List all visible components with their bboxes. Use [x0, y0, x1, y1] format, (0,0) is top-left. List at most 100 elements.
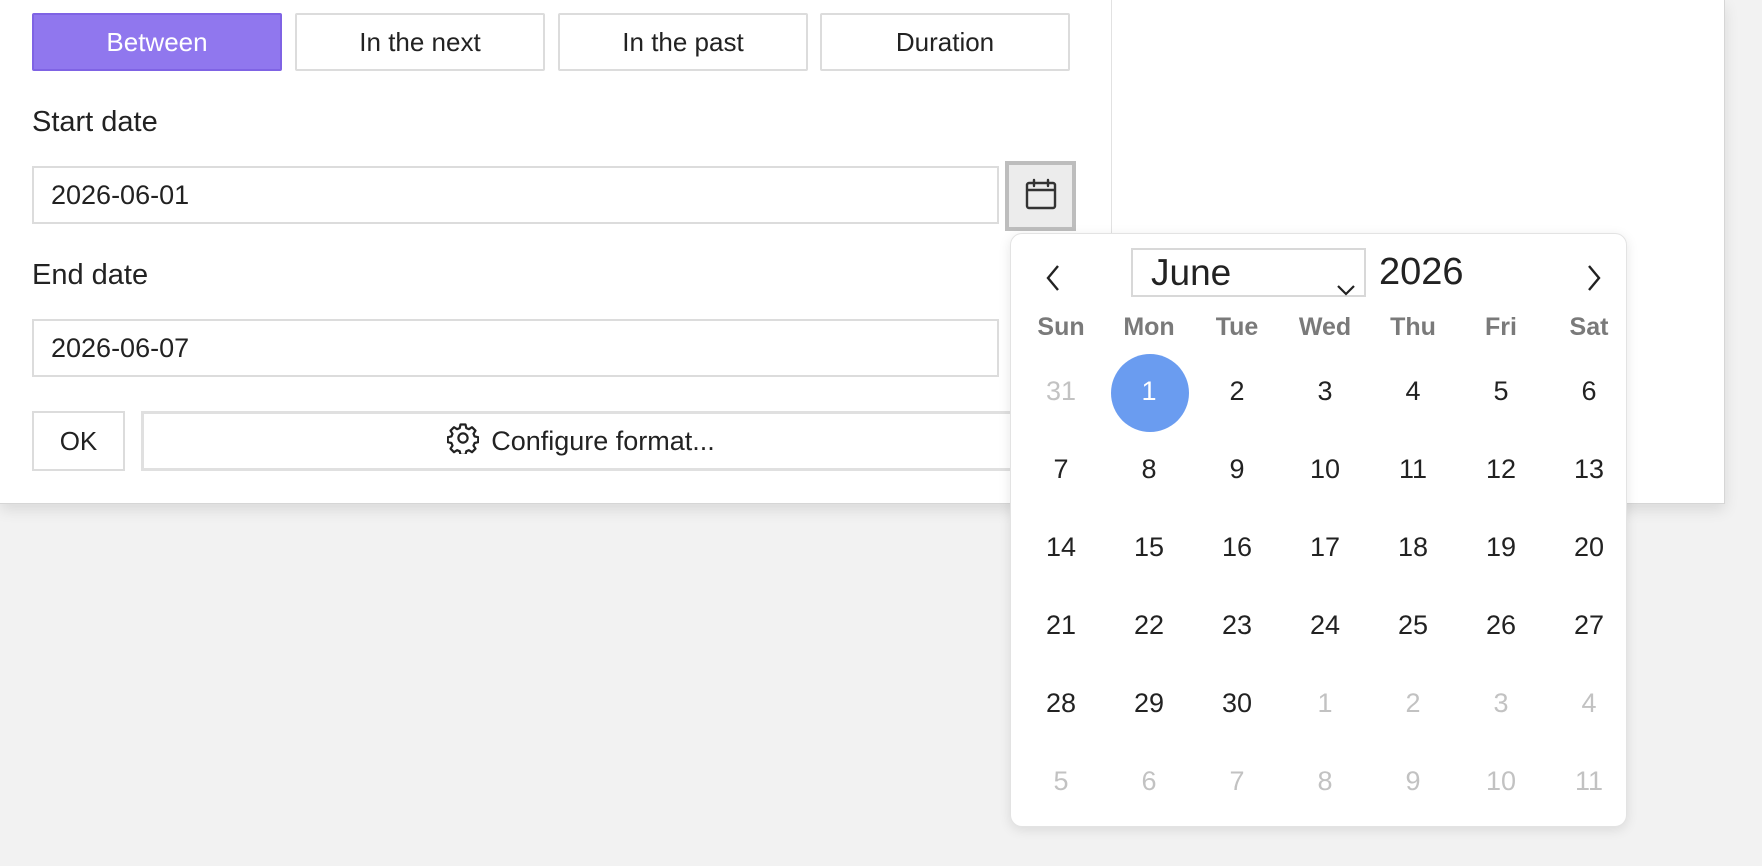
- tab-duration[interactable]: Duration: [820, 13, 1070, 71]
- calendar-day[interactable]: 23: [1193, 586, 1281, 664]
- calendar-day[interactable]: 19: [1457, 508, 1545, 586]
- calendar-day[interactable]: 2: [1193, 352, 1281, 430]
- calendar-day[interactable]: 5: [1017, 742, 1105, 820]
- start-date-label: Start date: [32, 106, 158, 138]
- calendar-icon: [1025, 178, 1057, 215]
- weekday-label: Fri: [1485, 313, 1517, 341]
- calendar-day[interactable]: 14: [1017, 508, 1105, 586]
- calendar-day[interactable]: 31: [1017, 352, 1105, 430]
- calendar-day[interactable]: 24: [1281, 586, 1369, 664]
- calendar-day-number: 8: [1141, 453, 1157, 484]
- calendar-day[interactable]: 25: [1369, 586, 1457, 664]
- calendar-day-number: 10: [1485, 765, 1517, 796]
- tab-in-the-next[interactable]: In the next: [295, 13, 545, 71]
- weekday-label: Mon: [1123, 313, 1175, 341]
- calendar-day-number: 26: [1485, 609, 1517, 640]
- calendar-day[interactable]: 26: [1457, 586, 1545, 664]
- prev-month-button[interactable]: [1033, 256, 1073, 304]
- calendar-day-number: 21: [1045, 609, 1077, 640]
- calendar-day-number: 15: [1133, 531, 1165, 562]
- calendar-day[interactable]: 7: [1017, 430, 1105, 508]
- calendar-day-number: 13: [1573, 453, 1605, 484]
- next-month-button[interactable]: [1574, 256, 1614, 304]
- calendar-week-row: 7 8 9 10 11 12 13: [1017, 430, 1633, 508]
- calendar-day-number: 11: [1398, 453, 1428, 484]
- tab-between[interactable]: Between: [32, 13, 282, 71]
- datepicker-popup: June 2026 Sun Mon Tue Wed Thu Fri Sat 31 1 2 3 4 5 6…: [1010, 233, 1627, 827]
- calendar-day[interactable]: 13: [1545, 430, 1633, 508]
- calendar-day-number: 30: [1221, 687, 1253, 718]
- calendar-day[interactable]: 28: [1017, 664, 1105, 742]
- calendar-day-number: 24: [1309, 609, 1341, 640]
- calendar-toggle-button[interactable]: [1005, 161, 1076, 231]
- calendar-day[interactable]: 29: [1105, 664, 1193, 742]
- month-value: June: [1151, 251, 1232, 293]
- calendar-day[interactable]: 17: [1281, 508, 1369, 586]
- calendar-day[interactable]: 10: [1457, 742, 1545, 820]
- calendar-day-number: 16: [1221, 531, 1253, 562]
- calendar-day-number: 5: [1053, 765, 1069, 796]
- calendar-day-number: 3: [1493, 687, 1509, 718]
- calendar-day-number: 2: [1405, 687, 1421, 718]
- calendar-day[interactable]: 6: [1105, 742, 1193, 820]
- calendar-day-number: 2: [1229, 375, 1245, 406]
- calendar-day-number: 8: [1317, 765, 1333, 796]
- chevron-right-icon: [1585, 264, 1603, 297]
- calendar-day[interactable]: 27: [1545, 586, 1633, 664]
- calendar-day-number: 5: [1493, 375, 1509, 406]
- weekday-label: Sat: [1569, 313, 1609, 341]
- calendar-day-number: 25: [1397, 609, 1429, 640]
- calendar-day-selected[interactable]: 1: [1105, 352, 1193, 432]
- weekday-label: Thu: [1390, 313, 1436, 341]
- calendar-day[interactable]: 30: [1193, 664, 1281, 742]
- calendar-day[interactable]: 6: [1545, 352, 1633, 430]
- calendar-day[interactable]: 1: [1281, 664, 1369, 742]
- weekday-label: Wed: [1298, 313, 1352, 341]
- ok-button[interactable]: OK: [32, 411, 125, 471]
- calendar-day[interactable]: 5: [1457, 352, 1545, 430]
- calendar-day[interactable]: 11: [1545, 742, 1633, 820]
- calendar-day[interactable]: 8: [1281, 742, 1369, 820]
- calendar-week-row: 5 6 7 8 9 10 11: [1017, 742, 1633, 820]
- calendar-day-number: 6: [1141, 765, 1157, 796]
- calendar-day[interactable]: 7: [1193, 742, 1281, 820]
- calendar-day-number: 28: [1045, 687, 1077, 718]
- end-date-input[interactable]: 2026-06-07: [32, 319, 999, 377]
- calendar-day[interactable]: 22: [1105, 586, 1193, 664]
- calendar-day-number: 12: [1485, 453, 1517, 484]
- calendar-day-number: 9: [1405, 765, 1421, 796]
- month-select[interactable]: June: [1131, 248, 1366, 297]
- calendar-day-number: 17: [1309, 531, 1341, 562]
- year-value[interactable]: 2026: [1379, 251, 1464, 294]
- calendar-day[interactable]: 4: [1369, 352, 1457, 430]
- calendar-day[interactable]: 12: [1457, 430, 1545, 508]
- calendar-day-number: 3: [1317, 375, 1333, 406]
- calendar-day[interactable]: 20: [1545, 508, 1633, 586]
- calendar-day[interactable]: 3: [1281, 352, 1369, 430]
- calendar-day[interactable]: 3: [1457, 664, 1545, 742]
- calendar-day[interactable]: 8: [1105, 430, 1193, 508]
- calendar-day[interactable]: 9: [1369, 742, 1457, 820]
- calendar-day-number: 29: [1133, 687, 1165, 718]
- calendar-day[interactable]: 18: [1369, 508, 1457, 586]
- calendar-week-row: 14 15 16 17 18 19 20: [1017, 508, 1633, 586]
- calendar-day[interactable]: 21: [1017, 586, 1105, 664]
- weekday-header: Sun Mon Tue Wed Thu Fri Sat: [1017, 302, 1633, 352]
- chevron-down-icon: [1336, 264, 1356, 306]
- gear-icon: [446, 422, 480, 461]
- calendar-day[interactable]: 4: [1545, 664, 1633, 742]
- calendar-day[interactable]: 16: [1193, 508, 1281, 586]
- calendar-day[interactable]: 10: [1281, 430, 1369, 508]
- calendar-day[interactable]: 2: [1369, 664, 1457, 742]
- calendar-day-number: 1: [1141, 375, 1157, 406]
- calendar-day[interactable]: 9: [1193, 430, 1281, 508]
- calendar-day-number: 27: [1573, 609, 1605, 640]
- calendar-day[interactable]: 15: [1105, 508, 1193, 586]
- tab-in-the-past[interactable]: In the past: [558, 13, 808, 71]
- configure-format-button[interactable]: Configure format...: [141, 411, 1021, 471]
- calendar-day-number: 11: [1574, 765, 1604, 796]
- calendar-day-number: 6: [1581, 375, 1597, 406]
- chevron-left-icon: [1044, 264, 1062, 297]
- start-date-input[interactable]: 2026-06-01: [32, 166, 999, 224]
- calendar-day[interactable]: 11: [1369, 430, 1457, 508]
